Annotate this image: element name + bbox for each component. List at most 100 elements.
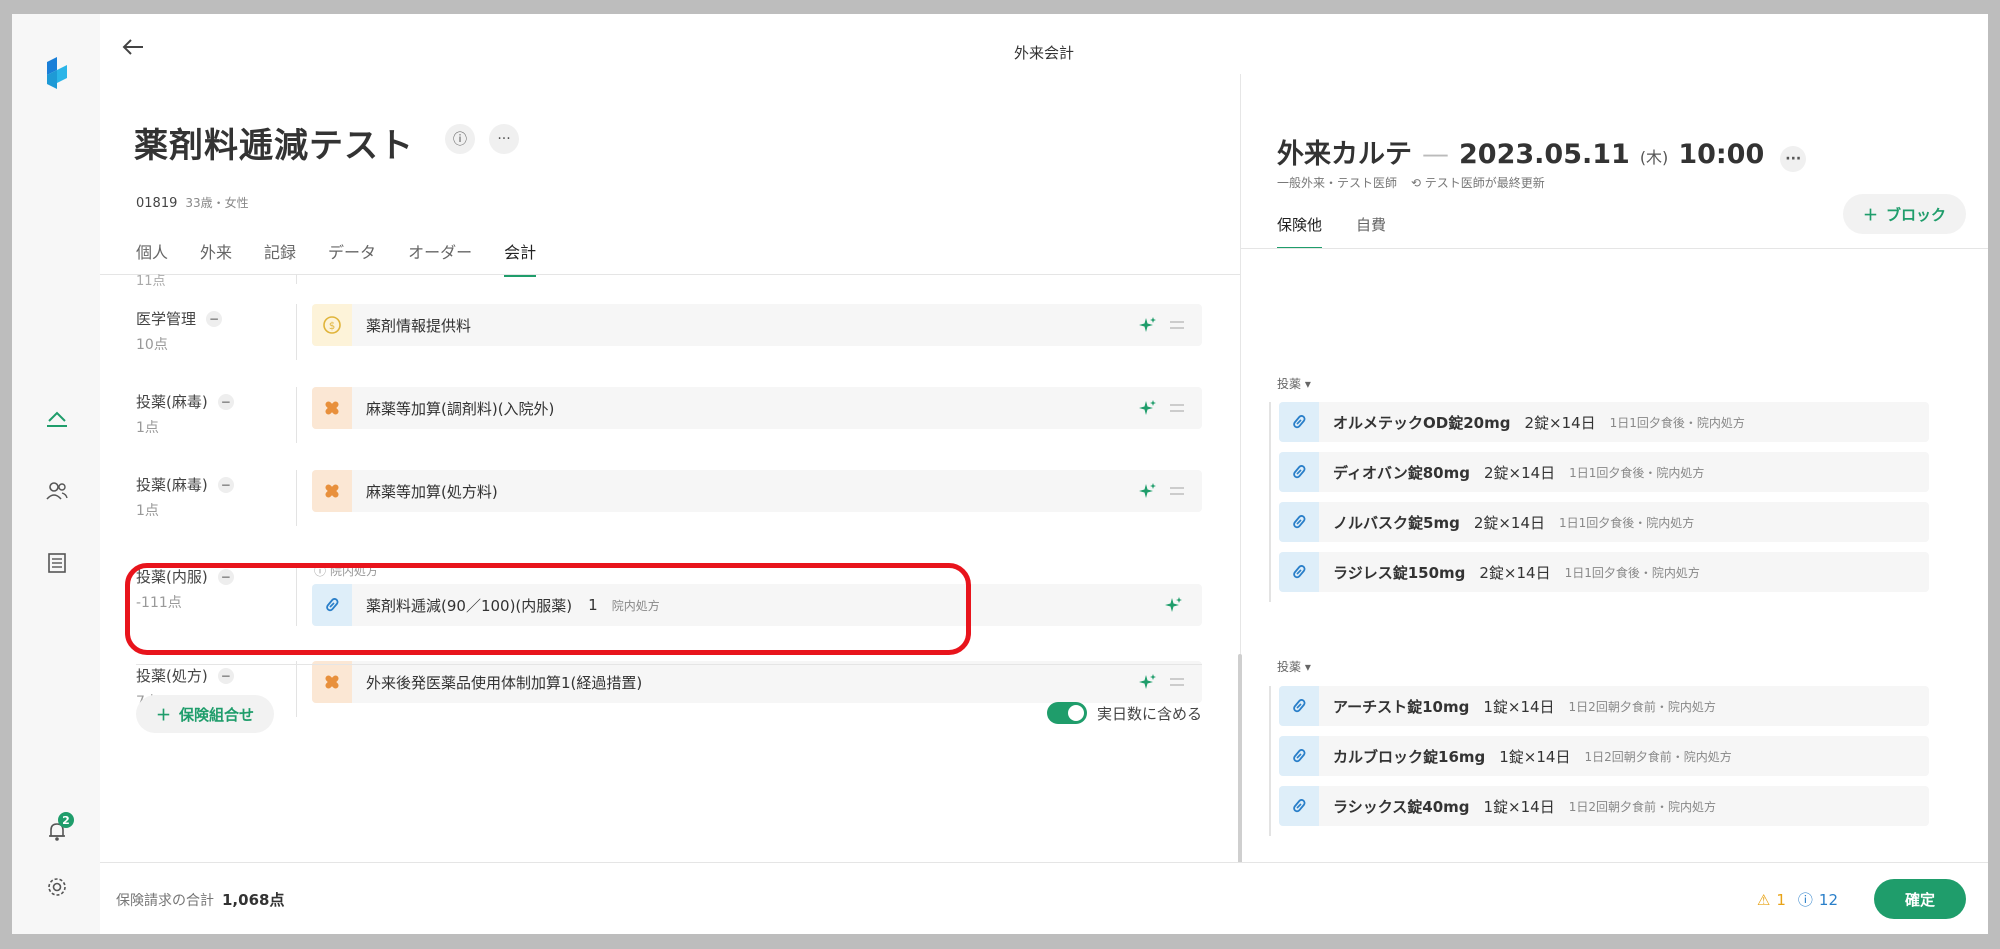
history-clock-icon: ⟲ — [1410, 176, 1421, 190]
billing-rows: 11点 医学管理 − 10点 $ 薬剤情報提供料 投薬(麻毒) − 1点 麻薬等… — [100, 274, 1240, 744]
medication-group-label: 投薬 ▾ — [1277, 377, 1311, 391]
row-category: 投薬(麻毒) − — [136, 474, 234, 495]
collapse-minus-icon[interactable]: − — [217, 476, 234, 493]
warning-count: 1 — [1776, 890, 1786, 909]
document-list-icon[interactable] — [44, 550, 70, 576]
more-options-icon[interactable]: ··· — [489, 124, 519, 154]
reception-icon[interactable] — [44, 406, 70, 432]
tab-billing[interactable]: 会計 — [504, 239, 537, 277]
pill-capsule-icon — [1279, 552, 1319, 592]
bandage-icon — [312, 387, 352, 429]
medication-note: 1日1回夕食後・院内処方 — [1564, 565, 1700, 580]
app-window: 2 外来会計 薬剤料逓減テスト ⓘ ··· 01819 33歳・女性 個人 外来 … — [12, 14, 1988, 934]
row-points: 10点 — [136, 337, 168, 353]
drag-handle-icon[interactable] — [1170, 404, 1184, 412]
bandage-icon — [312, 470, 352, 512]
medication-dose: 1錠×14日 — [1483, 697, 1555, 716]
actual-days-toggle[interactable] — [1046, 702, 1087, 724]
item-actions — [1138, 481, 1184, 501]
collapse-minus-icon[interactable]: − — [206, 310, 223, 327]
actual-days-toggle-group: 実日数に含める — [1046, 702, 1202, 724]
row-category-label: 投薬(処方) — [136, 667, 208, 685]
notification-badge: 2 — [58, 812, 74, 828]
medication-row[interactable]: カルブロック錠16mg 1錠×14日 1日2回朝夕食前・院内処方 — [1279, 736, 1929, 776]
medication-name: オルメテックOD錠20mg — [1333, 413, 1511, 432]
billing-item[interactable]: $ 薬剤情報提供料 — [312, 304, 1202, 346]
notification-bell-icon[interactable]: 2 — [44, 812, 74, 844]
left-rail: 2 — [12, 14, 100, 934]
memo-icon[interactable]: ⓘ — [445, 124, 475, 154]
pill-capsule-icon — [1279, 786, 1319, 826]
medication-group: オルメテックOD錠20mg 2錠×14日 1日1回夕食後・院内処方 ディオバン錠… — [1269, 402, 1929, 602]
medication-row[interactable]: アーチスト錠10mg 1錠×14日 1日2回朝夕食前・院内処方 — [1279, 686, 1929, 726]
row-points: 1点 — [136, 503, 159, 519]
item-name: 薬剤料逓減(90／100)(内服薬) — [366, 596, 573, 615]
row-points: -111点 — [136, 595, 182, 611]
pill-capsule-icon — [1279, 686, 1319, 726]
billing-row: 投薬(麻毒) − 1点 麻薬等加算(処方料) — [100, 470, 1240, 530]
chart-tabs-divider — [1241, 248, 1988, 249]
medication-row[interactable]: ラシックス錠40mg 1錠×14日 1日2回朝夕食前・院内処方 — [1279, 786, 1929, 826]
medication-row[interactable]: ディオバン錠80mg 2錠×14日 1日1回夕食後・院内処方 — [1279, 452, 1929, 492]
more-options-icon[interactable]: ··· — [1780, 146, 1807, 172]
patient-actions: ⓘ ··· — [445, 124, 519, 154]
sparkle-icon[interactable] — [1138, 481, 1158, 501]
row-header-note: ⓘ 院内処方 — [314, 562, 378, 579]
medication-row[interactable]: ラジレス錠150mg 2錠×14日 1日1回夕食後・院内処方 — [1279, 552, 1929, 592]
medication-row[interactable]: ノルバスク錠5mg 2錠×14日 1日1回夕食後・院内処方 — [1279, 502, 1929, 542]
validation-alerts[interactable]: ⚠ 1 ⓘ 12 — [1757, 889, 1838, 910]
billing-item[interactable]: 麻薬等加算(処方料) — [312, 470, 1202, 512]
chart-title: 外来カルテ — 2023.05.11 (木) 10:00 ··· — [1277, 132, 1807, 172]
sparkle-icon[interactable] — [1138, 315, 1158, 335]
collapse-minus-icon[interactable]: − — [217, 393, 234, 410]
drag-handle-icon[interactable] — [1170, 321, 1184, 329]
medication-row[interactable]: オルメテックOD錠20mg 2錠×14日 1日1回夕食後・院内処方 — [1279, 402, 1929, 442]
tab-self-pay[interactable]: 自費 — [1356, 214, 1386, 249]
section-divider — [136, 664, 1202, 665]
medication-group-label: 投薬 ▾ — [1277, 660, 1311, 674]
tab-personal[interactable]: 個人 — [136, 239, 168, 277]
patient-id: 01819 — [136, 196, 178, 211]
chart-subtitle: 一般外来・テスト医師 ⟲ テスト医師が最終更新 — [1277, 174, 1545, 191]
tab-insurance[interactable]: 保険他 — [1277, 214, 1323, 249]
row-divider — [296, 661, 297, 717]
medication-dose: 2錠×14日 — [1473, 513, 1546, 532]
row-category: 投薬(処方) − — [136, 665, 234, 686]
billing-item[interactable]: 麻薬等加算(調剤料)(入院外) — [312, 387, 1202, 429]
yen-coin-icon: $ — [312, 304, 352, 346]
collapse-minus-icon[interactable]: − — [217, 568, 234, 585]
row-divider — [296, 470, 297, 526]
sparkle-icon[interactable] — [1138, 398, 1158, 418]
drag-handle-icon[interactable] — [1170, 678, 1184, 686]
chart-time: 10:00 — [1678, 139, 1765, 170]
medication-name: ノルバスク錠5mg — [1333, 513, 1460, 532]
sparkle-icon[interactable] — [1164, 595, 1184, 615]
medication-name: ラシックス錠40mg — [1333, 797, 1470, 816]
tab-outpatient[interactable]: 外来 — [200, 239, 232, 277]
medication-group-label-text: 投薬 — [1277, 660, 1302, 674]
bandage-icon — [312, 661, 352, 703]
item-name: 麻薬等加算(処方料) — [366, 482, 498, 501]
tab-records[interactable]: 記録 — [264, 239, 296, 277]
drag-handle-icon[interactable] — [1170, 487, 1184, 495]
sparkle-icon[interactable] — [1138, 672, 1158, 692]
billing-item[interactable]: 薬剤料逓減(90／100)(内服薬) 1 院内処方 — [312, 584, 1202, 626]
tab-data[interactable]: データ — [328, 239, 376, 277]
collapse-minus-icon[interactable]: − — [217, 667, 234, 684]
billing-item[interactable]: 外来後発医薬品使用体制加算1(経過措置) — [312, 661, 1202, 703]
add-block-button[interactable]: ＋ ブロック — [1842, 194, 1966, 234]
item-name: 麻薬等加算(調剤料)(入院外) — [366, 399, 555, 418]
svg-text:$: $ — [329, 321, 335, 332]
page-title: 外来会計 — [1013, 44, 1074, 62]
tab-orders[interactable]: オーダー — [408, 239, 472, 277]
chart-panel: 外来カルテ — 2023.05.11 (木) 10:00 ··· 一般外来・テス… — [1241, 74, 1988, 862]
settings-gear-icon[interactable] — [44, 874, 70, 900]
patients-icon[interactable] — [44, 478, 70, 504]
pill-capsule-icon — [1279, 402, 1319, 442]
add-insurance-combination-button[interactable]: ＋ 保険組合せ — [136, 695, 275, 733]
billing-panel: 薬剤料逓減テスト ⓘ ··· 01819 33歳・女性 個人 外来 記録 データ … — [100, 74, 1240, 862]
medication-name: カルブロック錠16mg — [1333, 747, 1486, 766]
chart-weekday: (木) — [1639, 148, 1669, 167]
billing-row: 投薬(麻毒) − 1点 麻薬等加算(調剤料)(入院外) — [100, 387, 1240, 447]
confirm-button[interactable]: 確定 — [1874, 879, 1966, 919]
